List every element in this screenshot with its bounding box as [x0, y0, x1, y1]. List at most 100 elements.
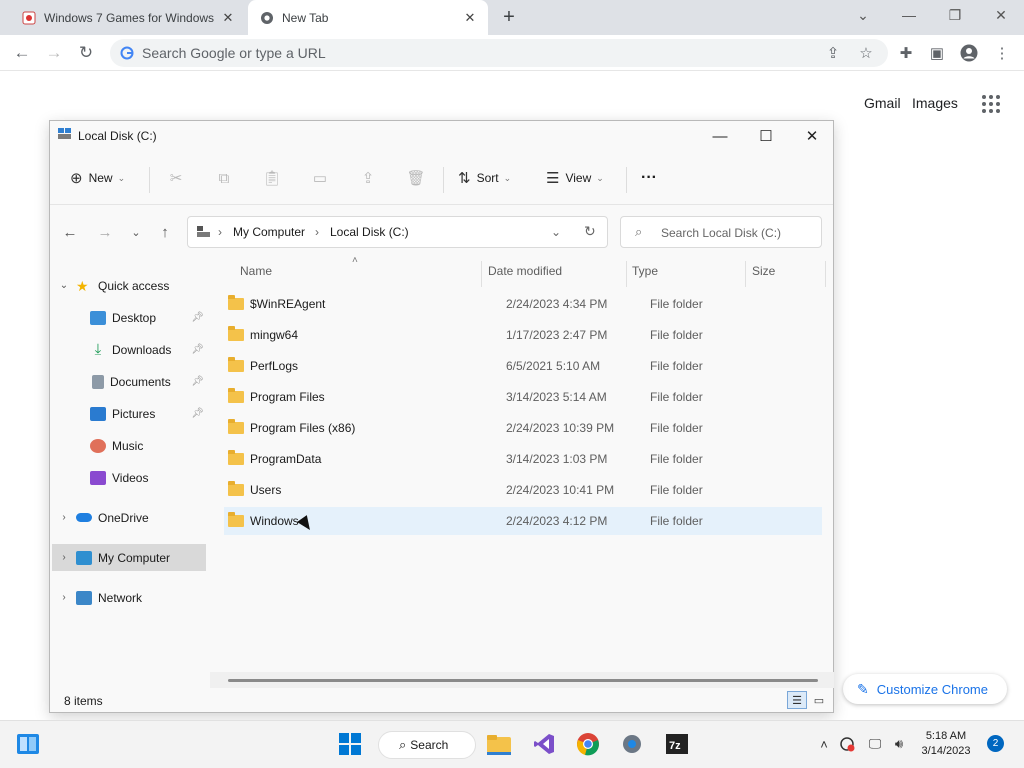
column-divider[interactable] — [481, 261, 482, 287]
more-options-button[interactable]: ··· — [641, 163, 657, 193]
side-panel-icon[interactable]: ▣ — [926, 42, 948, 64]
customize-chrome-button[interactable]: ✎ Customize Chrome — [843, 674, 1007, 704]
network-monitor-icon[interactable]: 🖵︎ — [866, 735, 884, 753]
visual-studio-icon[interactable] — [529, 728, 559, 760]
recent-locations-chevron-icon[interactable]: ⌄ — [126, 221, 146, 243]
notification-badge[interactable]: 2 — [987, 735, 1004, 752]
sidebar-item-desktop[interactable]: Desktop 📌︎ — [52, 304, 206, 331]
share-icon[interactable]: ⇪ — [358, 168, 378, 188]
tab-new-tab[interactable]: New Tab ✕ — [248, 0, 488, 35]
file-type: File folder — [650, 483, 703, 497]
file-row[interactable]: Program Files (x86) 2/24/2023 10:39 PM F… — [224, 414, 822, 442]
google-apps-grid-icon[interactable] — [982, 95, 1000, 113]
file-row[interactable]: $WinREAgent 2/24/2023 4:34 PM File folde… — [224, 290, 822, 318]
sidebar-item-onedrive[interactable]: › OneDrive — [52, 504, 206, 531]
column-divider[interactable] — [626, 261, 627, 287]
bookmark-star-icon[interactable]: ☆ — [855, 42, 877, 64]
show-hidden-icons-chevron-icon[interactable]: ˄ — [815, 735, 833, 753]
file-explorer-taskbar-icon[interactable] — [484, 728, 514, 760]
file-row[interactable]: PerfLogs 6/5/2021 5:10 AM File folder — [224, 352, 822, 380]
details-view-icon[interactable]: ☰ — [787, 691, 807, 709]
explorer-maximize-icon[interactable]: ☐ — [743, 121, 789, 151]
sidebar-item-videos[interactable]: Videos — [52, 464, 206, 491]
file-row[interactable]: mingw64 1/17/2023 2:47 PM File folder — [224, 321, 822, 349]
sidebar-item-downloads[interactable]: ⤓ Downloads 📌︎ — [52, 336, 206, 363]
7zip-icon[interactable]: 7z — [662, 728, 692, 760]
taskbar-search-label: Search — [410, 738, 449, 752]
new-button[interactable]: ⊕ New ⌄ — [70, 163, 125, 193]
sidebar-item-network[interactable]: › Network — [52, 584, 206, 611]
sidebar-item-label: Quick access — [98, 278, 170, 293]
column-header-type[interactable]: Type — [632, 264, 658, 282]
taskbar-search-button[interactable]: ⌕ Search — [378, 731, 476, 759]
address-dropdown-icon[interactable]: ⌄ — [551, 225, 561, 239]
explorer-close-icon[interactable]: ✕ — [789, 121, 835, 151]
file-row[interactable]: Windows 2/24/2023 4:12 PM File folder — [224, 507, 822, 535]
delete-icon[interactable]: 🗑︎ — [406, 168, 426, 188]
svg-text:7z: 7z — [669, 740, 681, 752]
tiles-view-icon[interactable]: ▭ — [809, 691, 829, 709]
paste-icon[interactable]: 📋︎ — [262, 168, 282, 188]
up-arrow-icon[interactable]: ↑ — [155, 221, 175, 243]
column-header-date-modified[interactable]: Date modified — [488, 264, 562, 282]
restore-icon[interactable]: ❐ — [932, 0, 978, 30]
close-window-icon[interactable]: ✕ — [978, 0, 1024, 30]
pin-icon: 📌︎ — [191, 376, 204, 387]
omnibox[interactable]: Search Google or type a URL — [110, 39, 888, 67]
network-icon — [76, 590, 92, 605]
tab-windows-7-games[interactable]: Windows 7 Games for Windows ✕ — [0, 0, 246, 35]
cut-icon[interactable]: ✂ — [166, 168, 186, 188]
back-arrow-icon[interactable]: ← — [10, 41, 34, 65]
new-tab-plus-icon[interactable]: + — [498, 7, 520, 29]
volume-speaker-icon[interactable]: 🔊︎ — [890, 735, 908, 753]
file-row[interactable]: ProgramData 3/14/2023 1:03 PM File folde… — [224, 445, 822, 473]
explorer-forward-icon[interactable]: → — [95, 221, 115, 243]
file-name: mingw64 — [250, 328, 299, 342]
breadcrumb-my-computer[interactable]: My Computer — [233, 225, 305, 239]
extensions-puzzle-icon[interactable]: ✚ — [895, 42, 917, 64]
address-bar[interactable]: › My Computer › Local Disk (C:) ⌄ ↻ — [187, 216, 608, 248]
pictures-icon — [90, 406, 106, 421]
refresh-icon[interactable]: ↻ — [584, 223, 596, 240]
sidebar-item-pictures[interactable]: Pictures 📌︎ — [52, 400, 206, 427]
sidebar-item-quick-access[interactable]: ⌄ ★ Quick access — [52, 272, 206, 299]
file-name: $WinREAgent — [250, 297, 326, 311]
sort-button[interactable]: ⇅ Sort ⌄ — [458, 163, 511, 193]
chrome-taskbar-icon[interactable] — [573, 728, 603, 760]
chrome-menu-icon[interactable]: ⋮ — [991, 42, 1013, 64]
horizontal-scrollbar-thumb[interactable] — [228, 679, 818, 682]
tab-search-chevron-icon[interactable]: ⌄ — [840, 0, 886, 30]
close-tab-icon[interactable]: ✕ — [220, 10, 236, 26]
profile-avatar-icon[interactable] — [958, 42, 980, 64]
widgets-icon[interactable] — [13, 728, 43, 760]
reload-icon[interactable]: ↻ — [74, 41, 98, 65]
search-box[interactable]: ⌕ Search Local Disk (C:) — [620, 216, 822, 248]
breadcrumb-local-disk[interactable]: Local Disk (C:) — [330, 225, 409, 239]
column-header-name[interactable]: Name — [240, 264, 272, 282]
images-link[interactable]: Images — [912, 95, 958, 111]
column-divider[interactable] — [745, 261, 746, 287]
copy-icon[interactable]: ⧉ — [214, 168, 234, 188]
minimize-icon[interactable]: — — [886, 0, 932, 30]
sidebar-item-my-computer[interactable]: › My Computer — [52, 544, 206, 571]
explorer-minimize-icon[interactable]: — — [697, 121, 743, 151]
gmail-link[interactable]: Gmail — [864, 95, 901, 111]
star-icon: ★ — [76, 277, 89, 294]
rename-icon[interactable]: ▭ — [310, 168, 330, 188]
sidebar-item-music[interactable]: Music — [52, 432, 206, 459]
taskbar-clock[interactable]: 5:18 AM 3/14/2023 — [918, 729, 974, 759]
column-header-size[interactable]: Size — [752, 264, 775, 282]
update-status-icon[interactable] — [838, 735, 856, 753]
divider — [626, 167, 627, 193]
forward-arrow-icon[interactable]: → — [42, 41, 66, 65]
column-divider[interactable] — [825, 261, 826, 287]
view-button[interactable]: ☰ View ⌄ — [546, 163, 604, 193]
file-row[interactable]: Users 2/24/2023 10:41 PM File folder — [224, 476, 822, 504]
settings-gear-icon[interactable] — [617, 728, 647, 760]
file-row[interactable]: Program Files 3/14/2023 5:14 AM File fol… — [224, 383, 822, 411]
start-windows-logo-icon[interactable] — [335, 728, 365, 760]
share-icon[interactable]: ⇪ — [822, 42, 844, 64]
explorer-back-icon[interactable]: ← — [60, 221, 80, 243]
sidebar-item-documents[interactable]: Documents 📌︎ — [52, 368, 206, 395]
close-tab-icon[interactable]: ✕ — [462, 10, 478, 26]
